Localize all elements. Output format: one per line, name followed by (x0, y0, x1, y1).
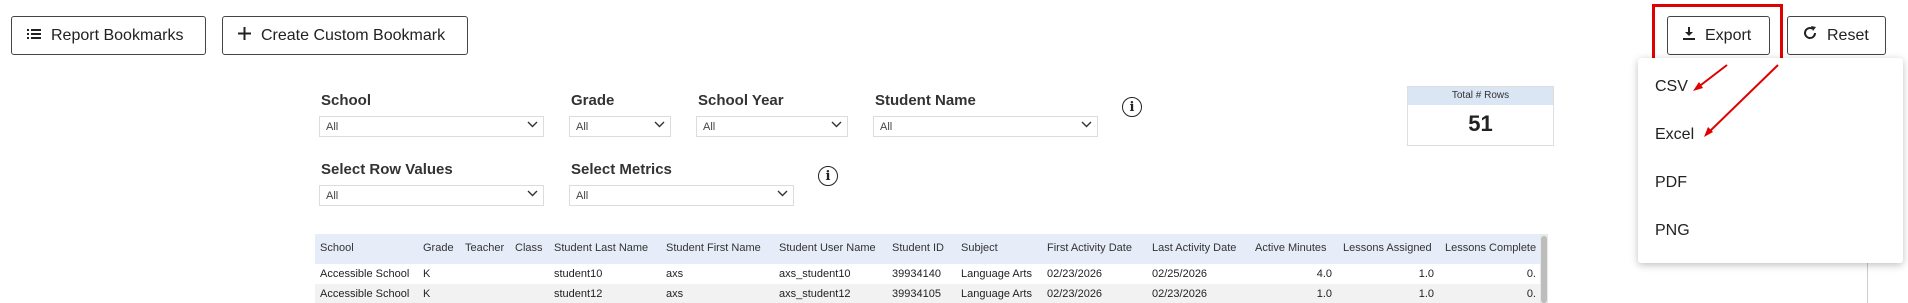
school-select-value: All (326, 121, 339, 133)
table-cell: 02/23/2026 (1047, 288, 1103, 300)
total-rows-card: Total # Rows 51 (1407, 86, 1554, 146)
column-header-last-activity-date[interactable]: Last Activity Date (1152, 242, 1236, 254)
table-cell: K (423, 268, 431, 280)
row-values-select-value: All (326, 190, 339, 202)
school-select[interactable]: All (319, 116, 544, 137)
table-cell: 0. (1526, 268, 1536, 280)
export-pdf-option[interactable]: PDF (1655, 174, 1687, 192)
column-header-student-user-name[interactable]: Student User Name (779, 242, 876, 254)
table-cell: Language Arts (961, 268, 1032, 280)
table-cell: K (423, 288, 431, 300)
table-cell: 1.0 (1418, 288, 1434, 300)
table-cell: axs_student10 (779, 268, 851, 280)
table-row[interactable]: Accessible School K student12 axs axs_st… (315, 284, 1547, 303)
metrics-filter-label: Select Metrics (571, 161, 672, 178)
column-header-student-id[interactable]: Student ID (892, 242, 944, 254)
grade-select-value: All (576, 121, 589, 133)
column-header-school[interactable]: School (320, 242, 354, 254)
chevron-down-icon (831, 121, 842, 128)
chevron-down-icon (654, 121, 665, 128)
table-cell: 1.0 (1418, 268, 1434, 280)
chevron-down-icon (527, 121, 538, 128)
info-icon[interactable]: i (1122, 97, 1142, 117)
table-cell: 4.0 (1316, 268, 1332, 280)
plus-icon (238, 26, 251, 45)
table-cell: 02/23/2026 (1047, 268, 1103, 280)
export-button[interactable]: Export (1667, 16, 1770, 55)
create-custom-bookmark-label: Create Custom Bookmark (261, 26, 446, 44)
reset-button[interactable]: Reset (1787, 16, 1886, 55)
table-cell: student12 (554, 288, 603, 300)
export-csv-option[interactable]: CSV (1655, 78, 1688, 96)
export-label: Export (1705, 26, 1752, 44)
column-header-active-minutes[interactable]: Active Minutes (1255, 242, 1327, 254)
scrollbar-thumb[interactable] (1541, 236, 1547, 303)
column-header-student-last-name[interactable]: Student Last Name (554, 242, 648, 254)
student-name-filter-label: Student Name (875, 92, 976, 109)
table-cell: Accessible School (320, 268, 410, 280)
chevron-down-icon (777, 190, 788, 197)
chevron-down-icon (1081, 121, 1092, 128)
column-header-class[interactable]: Class (515, 242, 543, 254)
table-cell: axs (666, 268, 684, 280)
table-cell: axs (666, 288, 684, 300)
export-png-option[interactable]: PNG (1655, 222, 1690, 240)
download-icon (1683, 26, 1695, 45)
table-cell: 39934140 (892, 268, 941, 280)
student-name-select-value: All (880, 121, 893, 133)
export-dropdown-menu: CSV Excel PDF PNG (1638, 58, 1903, 263)
table-cell: 02/25/2026 (1152, 268, 1208, 280)
column-header-lessons-assigned[interactable]: Lessons Assigned (1343, 242, 1432, 254)
report-bookmarks-label: Report Bookmarks (51, 26, 184, 44)
export-excel-option[interactable]: Excel (1655, 126, 1694, 144)
school-year-filter-label: School Year (698, 92, 784, 109)
table-cell: Language Arts (961, 288, 1032, 300)
table-cell: 1.0 (1316, 288, 1332, 300)
grade-select[interactable]: All (569, 116, 671, 137)
column-header-subject[interactable]: Subject (961, 242, 998, 254)
total-rows-label: Total # Rows (1408, 87, 1553, 105)
column-header-grade[interactable]: Grade (423, 242, 454, 254)
list-icon (27, 27, 41, 45)
total-rows-value: 51 (1468, 111, 1493, 136)
row-values-filter-label: Select Row Values (321, 161, 453, 178)
table-header-row: School Grade Teacher Class Student Last … (315, 234, 1547, 264)
column-header-lessons-complete[interactable]: Lessons Complete (1445, 242, 1536, 254)
table-row[interactable]: Accessible School K student10 axs axs_st… (315, 264, 1547, 284)
table-vertical-scrollbar[interactable] (1540, 234, 1548, 303)
refresh-icon (1803, 26, 1817, 45)
column-header-first-activity-date[interactable]: First Activity Date (1047, 242, 1132, 254)
create-custom-bookmark-button[interactable]: Create Custom Bookmark (222, 16, 468, 55)
data-table: School Grade Teacher Class Student Last … (315, 234, 1547, 303)
column-header-student-first-name[interactable]: Student First Name (666, 242, 761, 254)
column-header-teacher[interactable]: Teacher (465, 242, 504, 254)
table-cell: 0. (1526, 288, 1536, 300)
reset-label: Reset (1827, 26, 1869, 44)
table-cell: 39934105 (892, 288, 941, 300)
grade-filter-label: Grade (571, 92, 615, 109)
table-cell: 02/23/2026 (1152, 288, 1208, 300)
table-cell: student10 (554, 268, 603, 280)
metrics-select-value: All (576, 190, 589, 202)
table-cell: axs_student12 (779, 288, 851, 300)
metrics-select[interactable]: All (569, 185, 794, 206)
row-values-select[interactable]: All (319, 185, 544, 206)
school-filter-label: School (321, 92, 372, 109)
student-name-select[interactable]: All (873, 116, 1098, 137)
report-bookmarks-button[interactable]: Report Bookmarks (11, 16, 206, 55)
info-icon[interactable]: i (818, 166, 838, 186)
table-cell: Accessible School (320, 288, 410, 300)
chevron-down-icon (527, 190, 538, 197)
school-year-select[interactable]: All (696, 116, 848, 137)
school-year-select-value: All (703, 121, 716, 133)
divider (1867, 263, 1868, 303)
